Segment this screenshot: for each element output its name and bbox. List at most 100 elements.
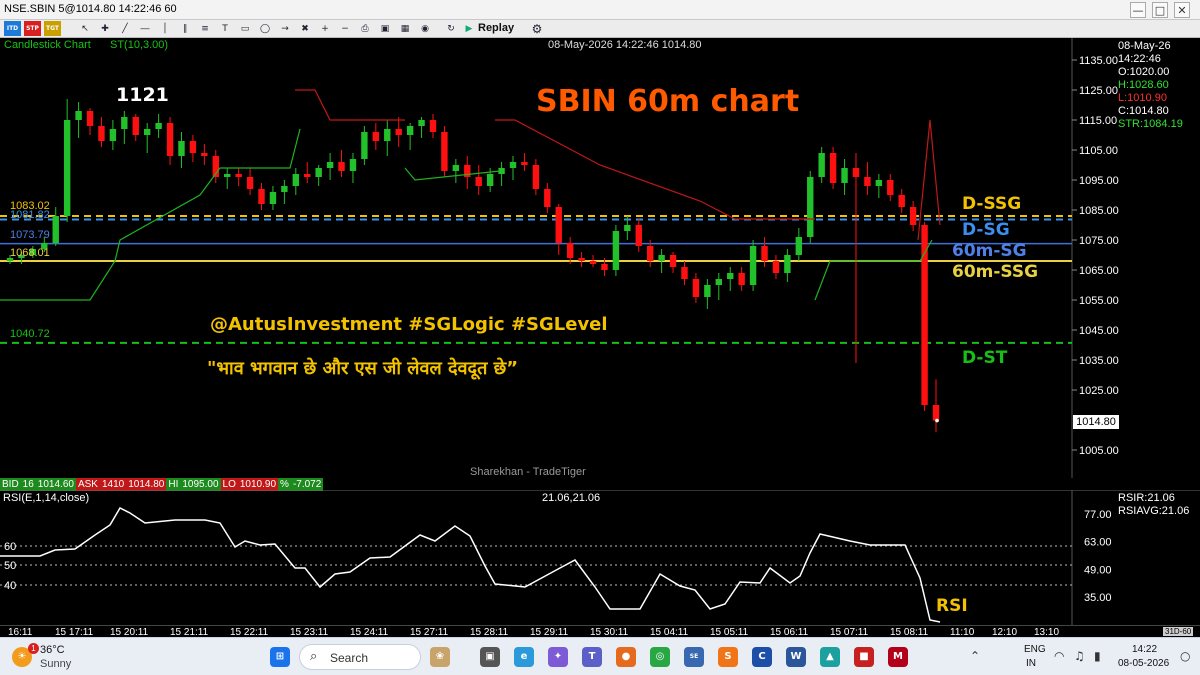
candle-body: [109, 129, 117, 141]
rsir-value: RSIR:21.06: [1118, 492, 1175, 504]
rect-icon[interactable]: ▭: [238, 22, 252, 36]
firefox-icon[interactable]: ●: [616, 647, 636, 667]
clock-date[interactable]: 08-05-2026: [1118, 658, 1169, 669]
clock-time[interactable]: 14:22: [1132, 644, 1157, 655]
crosshair-icon[interactable]: ✚: [98, 22, 112, 36]
level-1081-label: 1081.82: [10, 209, 50, 221]
ellipse-icon[interactable]: ◯: [258, 22, 272, 36]
candle-body: [658, 255, 665, 261]
refresh-icon[interactable]: ↻: [444, 22, 458, 36]
close-button[interactable]: ✕: [1174, 2, 1190, 18]
candle-body: [178, 141, 185, 156]
replay-button[interactable]: Replay: [478, 22, 514, 34]
fib-icon[interactable]: ≡: [198, 22, 212, 36]
vline-icon[interactable]: │: [158, 22, 172, 36]
text-icon[interactable]: T: [218, 22, 232, 36]
search-input[interactable]: ⌕ Search: [299, 644, 421, 670]
candle-body: [704, 285, 711, 297]
rsi-y-label: 63.00: [1084, 537, 1112, 549]
candle-body: [624, 225, 631, 231]
app-window: NSE.SBIN 5@1014.80 14:22:46 60 — □ ✕ ITD…: [0, 0, 1200, 675]
candle-body: [326, 162, 334, 168]
candle-body: [875, 180, 883, 186]
stockedge-icon[interactable]: SE: [684, 647, 704, 667]
notification-bell-icon[interactable]: ○: [1180, 649, 1190, 663]
chrome-icon[interactable]: ◎: [650, 647, 670, 667]
candle-body: [909, 207, 917, 225]
current-price-box: 1014.80: [1073, 415, 1119, 429]
candle-body: [898, 195, 905, 207]
camera-icon[interactable]: ◉: [418, 22, 432, 36]
tray-chevron-icon[interactable]: ⌃: [970, 649, 980, 663]
logo-intraday-icon[interactable]: ITD: [4, 21, 21, 36]
last-price-dot: [935, 418, 939, 423]
save-icon[interactable]: ▣: [378, 22, 392, 36]
maximize-button[interactable]: □: [1152, 2, 1168, 18]
candle-body: [338, 162, 345, 171]
ohlc-panel: 08-May-26 14:22:46 O:1020.00 H:1028.60 L…: [1118, 40, 1198, 131]
teams-icon[interactable]: T: [582, 647, 602, 667]
minimize-button[interactable]: —: [1130, 2, 1146, 18]
d-ssg-label: D-SSG: [962, 194, 1022, 214]
logo-tgt-icon[interactable]: TGT: [44, 21, 61, 36]
hline-icon[interactable]: ―: [138, 22, 152, 36]
pdf-icon[interactable]: ■: [854, 647, 874, 667]
search-highlight-icon[interactable]: ❀: [430, 647, 450, 667]
supertrend-segment: [295, 89, 405, 121]
play-icon[interactable]: ▶: [462, 22, 476, 36]
lang-region[interactable]: IN: [1026, 658, 1036, 669]
candle-body: [521, 162, 528, 165]
candle-body: [532, 165, 540, 189]
zoom-out-icon[interactable]: −: [338, 22, 352, 36]
rsiavg-value: RSIAVG:21.06: [1118, 505, 1190, 517]
erase-icon[interactable]: ✖: [298, 22, 312, 36]
candle-body: [395, 129, 402, 135]
logo-stop-icon[interactable]: STP: [24, 21, 41, 36]
candle-body: [669, 255, 677, 267]
level-1073-label: 1073.79: [10, 229, 50, 241]
search-icon: ⌕: [310, 649, 318, 664]
print-icon[interactable]: ⎙: [358, 22, 372, 36]
candle-body: [509, 162, 517, 168]
y-axis-label: 1125.00: [1079, 85, 1118, 97]
rsi-big-label: RSI: [936, 596, 968, 616]
lang-code[interactable]: ENG: [1024, 644, 1046, 655]
y-axis-label: 1105.00: [1079, 145, 1118, 157]
grid-icon[interactable]: ▦: [398, 22, 412, 36]
trendline-icon[interactable]: ╱: [118, 22, 132, 36]
copilot-icon[interactable]: ✦: [548, 647, 568, 667]
candle-body: [566, 243, 574, 258]
zoom-in-icon[interactable]: +: [318, 22, 332, 36]
mcafee-icon[interactable]: M: [888, 647, 908, 667]
supertrend-segment: [404, 167, 501, 181]
battery-icon[interactable]: ▮: [1094, 649, 1101, 663]
title-bar: NSE.SBIN 5@1014.80 14:22:46 60 — □ ✕: [0, 0, 1200, 20]
photos-icon[interactable]: ▲: [820, 647, 840, 667]
volume-icon[interactable]: ♫: [1074, 649, 1085, 663]
ohlc-close: C:1014.80: [1118, 105, 1169, 117]
rsi-y-label: 77.00: [1084, 509, 1112, 521]
channel-icon[interactable]: ∥: [178, 22, 192, 36]
c-app-icon[interactable]: C: [752, 647, 772, 667]
candle-body: [818, 153, 825, 177]
settings-icon[interactable]: ⚙: [530, 22, 544, 36]
edge-icon[interactable]: e: [514, 647, 534, 667]
candle-body: [761, 246, 768, 261]
candle-body: [864, 177, 871, 186]
candle-body: [304, 174, 311, 177]
candle-body: [429, 120, 437, 132]
rsi-chart[interactable]: 77.00 63.00 49.00 35.00 60 50 40: [0, 490, 1200, 625]
arrow-icon[interactable]: →: [278, 22, 292, 36]
candle-body: [738, 273, 745, 285]
candle-body: [418, 120, 425, 126]
cursor-icon[interactable]: ↖: [78, 22, 92, 36]
candle-body: [807, 177, 814, 237]
search-label: Search: [330, 651, 369, 665]
task-view-icon[interactable]: ▣: [480, 647, 500, 667]
start-windows-icon[interactable]: ⊞: [270, 647, 290, 667]
sharekhan-icon[interactable]: S: [718, 647, 738, 667]
d-st-label: D-ST: [962, 348, 1008, 368]
candle-body: [544, 189, 551, 207]
wifi-icon[interactable]: ◠: [1054, 649, 1064, 663]
word-icon[interactable]: W: [786, 647, 806, 667]
